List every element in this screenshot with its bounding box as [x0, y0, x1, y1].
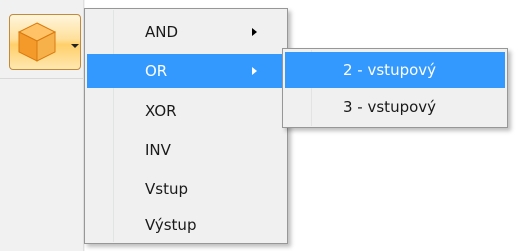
- cube-icon: [17, 22, 57, 62]
- menu-item-and[interactable]: AND: [87, 15, 285, 49]
- menu-item-vstup[interactable]: Vstup: [87, 172, 285, 206]
- menu-item-label: XOR: [145, 102, 177, 120]
- submenu-item-3-input[interactable]: 3 - vstupový: [285, 89, 505, 125]
- submenu-item-2-input[interactable]: 2 - vstupový: [285, 52, 505, 88]
- toolbar-divider: [0, 78, 85, 79]
- gate-split-button[interactable]: [9, 14, 81, 70]
- menu-item-label: OR: [145, 62, 168, 80]
- or-submenu: 2 - vstupový 3 - vstupový: [282, 48, 508, 128]
- menu-item-inv[interactable]: INV: [87, 133, 285, 167]
- menu-item-label: Výstup: [145, 216, 197, 234]
- menu-item-label: Vstup: [145, 180, 188, 198]
- submenu-arrow-icon: [252, 28, 257, 36]
- chevron-down-icon[interactable]: [71, 44, 79, 48]
- menu-item-xor[interactable]: XOR: [87, 94, 285, 128]
- submenu-arrow-icon: [252, 67, 257, 75]
- submenu-item-label: 2 - vstupový: [343, 61, 437, 79]
- menu-item-vystup[interactable]: Výstup: [87, 208, 285, 242]
- submenu-item-label: 3 - vstupový: [343, 98, 437, 116]
- menu-item-or[interactable]: OR: [87, 54, 285, 88]
- menu-item-label: AND: [145, 23, 179, 41]
- gate-menu: AND OR XOR INV Vstup Výstup: [84, 8, 288, 244]
- menu-item-label: INV: [145, 141, 171, 159]
